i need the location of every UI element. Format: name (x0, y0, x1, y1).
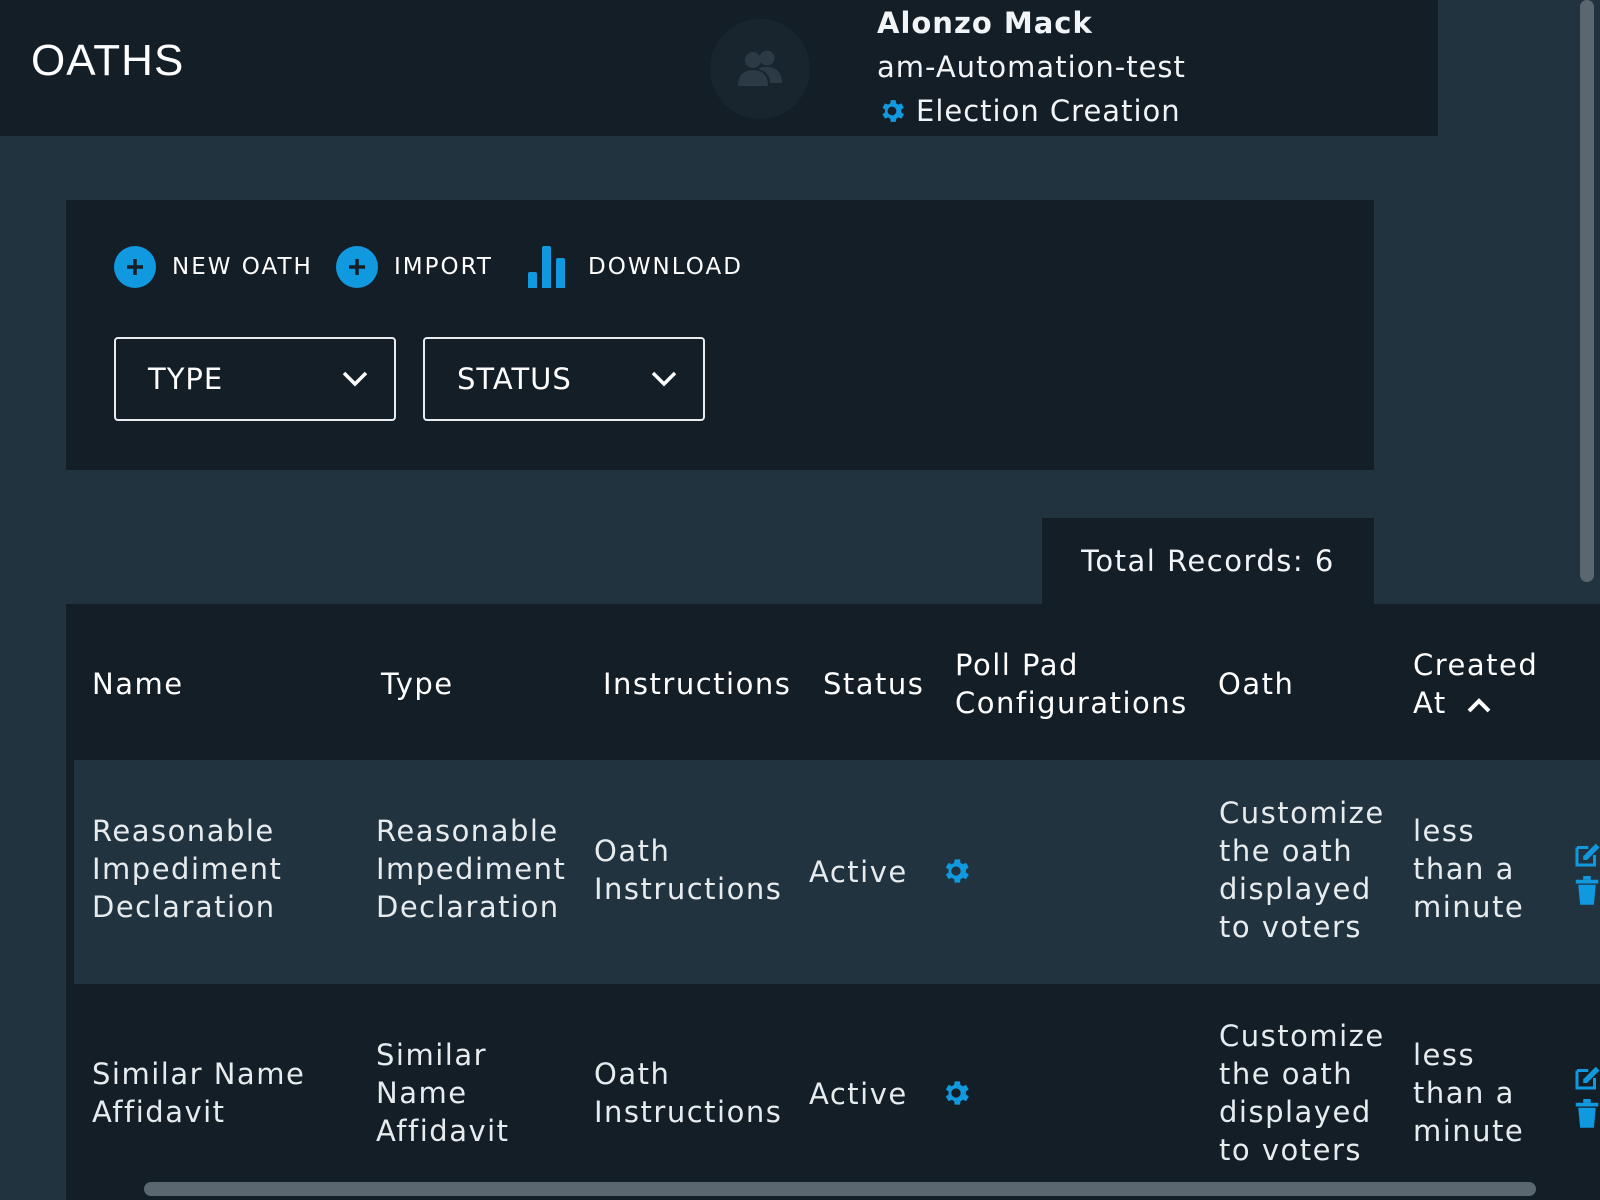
poll-pad-config-gear[interactable] (940, 855, 972, 887)
horizontal-scrollbar[interactable] (144, 1182, 1536, 1196)
users-icon (738, 50, 782, 86)
trash-icon (1575, 1099, 1599, 1128)
chevron-down-icon (342, 371, 368, 387)
gear-icon (945, 1081, 969, 1105)
edit-icon (1575, 843, 1600, 867)
column-header-type[interactable]: Type (381, 665, 454, 703)
delete-button[interactable] (1574, 1099, 1600, 1129)
type-filter-dropdown[interactable]: TYPE (114, 337, 396, 421)
user-role[interactable]: Election Creation (877, 94, 1181, 128)
import-button[interactable]: IMPORT (336, 246, 493, 288)
actions-panel: NEW OATH IMPORT DOWNLOAD TYPE STATUS (66, 200, 1374, 470)
cell-created-at: less than a minute (1413, 1038, 1525, 1148)
cell-type: Reasonable Impediment Declaration (376, 814, 567, 924)
cell-instructions[interactable]: Oath Instructions (594, 832, 794, 908)
trash-icon (1575, 876, 1599, 905)
cell-type: Similar Name Affidavit (376, 1038, 510, 1148)
download-button[interactable]: DOWNLOAD (528, 246, 743, 288)
column-header-status[interactable]: Status (823, 665, 924, 703)
cell-status: Active (809, 1077, 908, 1111)
plus-circle-icon (114, 246, 156, 288)
edit-button[interactable] (1572, 840, 1600, 870)
organization-name: am-Automation-test (877, 50, 1186, 84)
type-filter-label: TYPE (148, 362, 224, 396)
total-records: Total Records: 6 (1042, 518, 1374, 604)
table-row[interactable]: Reasonable Impediment Declaration Reason… (74, 760, 1600, 984)
import-label: IMPORT (394, 254, 493, 280)
gear-icon (882, 100, 904, 122)
poll-pad-config-gear[interactable] (940, 1077, 972, 1109)
cell-created-at: less than a minute (1413, 814, 1525, 924)
page-title: OATHS (31, 36, 185, 85)
new-oath-button[interactable]: NEW OATH (114, 246, 313, 288)
cell-name: Similar Name Affidavit (92, 1057, 306, 1129)
status-filter-label: STATUS (457, 362, 572, 396)
column-header-instructions[interactable]: Instructions (603, 665, 791, 703)
download-label: DOWNLOAD (588, 254, 743, 280)
column-header-created-at[interactable]: Created At (1413, 646, 1553, 722)
status-filter-dropdown[interactable]: STATUS (423, 337, 705, 421)
cell-oath[interactable]: Customize the oath displayed to voters (1219, 1017, 1389, 1169)
vertical-scrollbar[interactable] (1580, 0, 1594, 582)
user-name: Alonzo Mack (877, 6, 1093, 40)
delete-button[interactable] (1574, 876, 1600, 906)
avatar[interactable] (710, 19, 810, 119)
plus-circle-icon (336, 246, 378, 288)
cell-instructions[interactable]: Oath Instructions (594, 1055, 794, 1131)
edit-icon (1575, 1066, 1600, 1090)
oaths-table: Name Type Instructions Status Poll Pad C… (66, 604, 1600, 1200)
cell-name: Reasonable Impediment Declaration (92, 814, 283, 924)
column-header-poll-pad[interactable]: Poll Pad Configurations (955, 646, 1195, 722)
table-row[interactable]: Similar Name Affidavit Similar Name Affi… (74, 984, 1600, 1200)
bar-chart-icon (528, 246, 570, 288)
chevron-up-icon (1468, 698, 1491, 713)
new-oath-label: NEW OATH (172, 254, 313, 280)
edit-button[interactable] (1572, 1063, 1600, 1093)
column-header-oath[interactable]: Oath (1218, 665, 1294, 703)
gear-icon (945, 859, 969, 883)
chevron-down-icon (651, 371, 677, 387)
column-header-name[interactable]: Name (92, 665, 184, 703)
cell-status: Active (809, 855, 908, 889)
top-header: OATHS Alonzo Mack am-Automation-test Ele… (0, 0, 1438, 136)
user-role-label: Election Creation (916, 94, 1181, 128)
cell-oath[interactable]: Customize the oath displayed to voters (1219, 794, 1389, 946)
